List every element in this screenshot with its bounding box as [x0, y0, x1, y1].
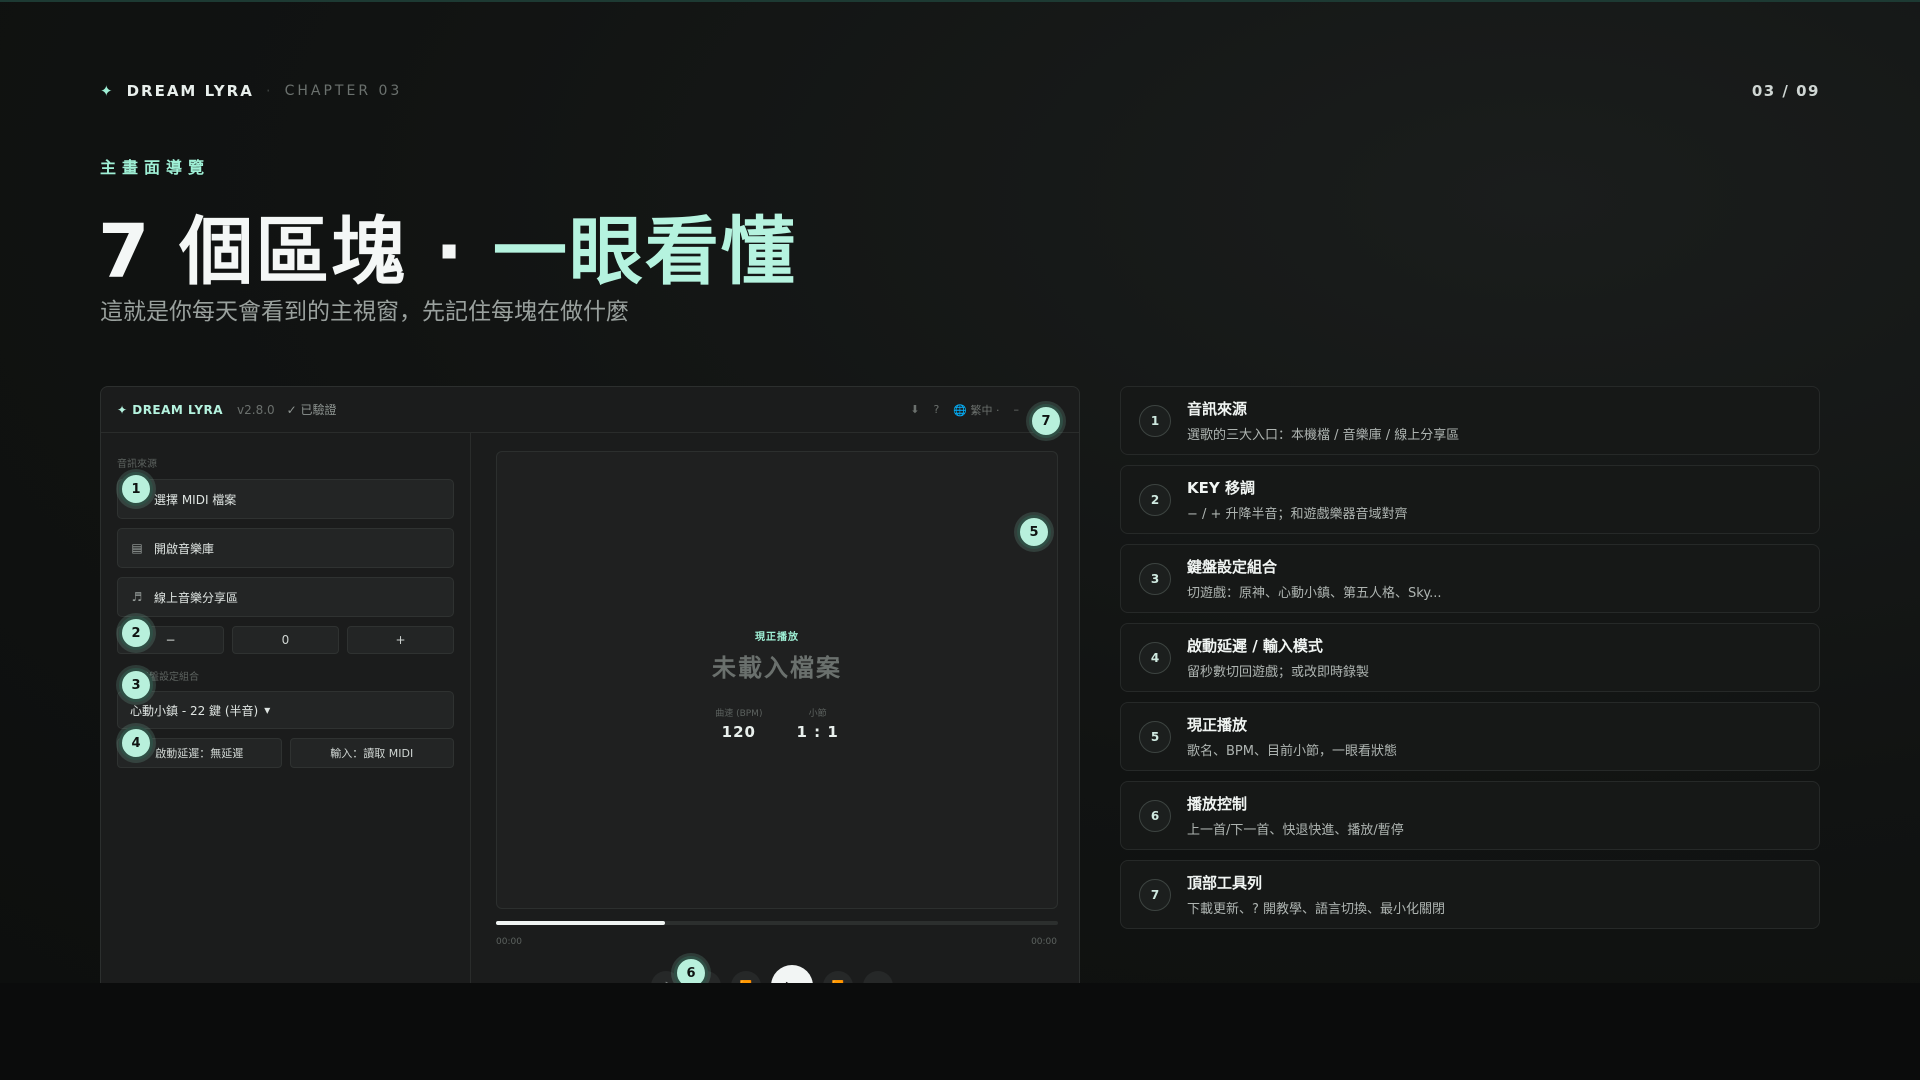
- minimize-icon[interactable]: –: [1014, 403, 1020, 416]
- progress-bar[interactable]: [496, 921, 1058, 925]
- app-toolbar: ✦ DREAM LYRA v2.8.0 ✓ 已驗證 ⬇ ? 🌐 繁中 · –: [101, 387, 1079, 433]
- legend-title: 啟動延遲 / 輸入模式: [1187, 637, 1323, 655]
- star-icon: ✦: [100, 82, 115, 100]
- legend-item-audio-source: 1 音訊來源選歌的三大入口：本機檔 / 音樂庫 / 線上分享區: [1120, 386, 1820, 455]
- legend-title: 鍵盤設定組合: [1187, 558, 1278, 576]
- brand-header: ✦ DREAM LYRA · CHAPTER 03: [100, 82, 402, 100]
- options-row: 啟動延遲：無延遲 輸入：讀取 MIDI: [117, 738, 454, 768]
- legend-item-key-transpose: 2 KEY 移調 − / + 升降半音；和遊戲樂器音域對齊: [1120, 465, 1820, 534]
- now-playing-title: 未載入檔案: [712, 654, 842, 682]
- badge-1: 1: [119, 472, 153, 506]
- brand-name: DREAM LYRA: [126, 82, 254, 100]
- legend-item-keyboard-set: 3 鍵盤設定組合切遊戲：原神、心動小鎮、第五人格、Sky...: [1120, 544, 1820, 613]
- app-brand: ✦ DREAM LYRA: [117, 402, 224, 417]
- key-plus-button[interactable]: +: [347, 626, 454, 654]
- separator: ·: [265, 82, 273, 100]
- legend-desc: 選歌的三大入口：本機檔 / 音樂庫 / 線上分享區: [1187, 428, 1460, 443]
- key-transpose: − 0 +: [117, 626, 454, 654]
- legend-title: 音訊來源: [1187, 400, 1248, 418]
- bar-label: 小節: [808, 709, 827, 719]
- app-version: v2.8.0: [237, 402, 275, 417]
- keyboard-label: 鍵盤設定組合: [139, 672, 199, 683]
- key-value: 0: [232, 626, 339, 654]
- legend-title: 頂部工具列: [1187, 874, 1263, 892]
- bottom-band: [0, 983, 1920, 1080]
- badge-7: 7: [1029, 404, 1063, 438]
- bpm-label: 曲速 (BPM): [715, 709, 763, 719]
- choose-midi-button[interactable]: 選擇 MIDI 檔案: [117, 479, 454, 519]
- chevron-down-icon: ▾: [264, 703, 271, 717]
- badge-6: 6: [674, 956, 708, 983]
- legend-desc: 歌名、BPM、目前小節，一眼看狀態: [1187, 744, 1397, 759]
- online-share-label: 線上音樂分享區: [154, 590, 239, 605]
- choose-midi-label: 選擇 MIDI 檔案: [154, 492, 237, 507]
- bar-stat: 小節 1 : 1: [796, 706, 838, 741]
- keyboard-select[interactable]: 心動小鎮 - 22 鍵 (半音) ▾: [117, 691, 454, 729]
- open-library-button[interactable]: ▤ 開啟音樂庫: [117, 528, 454, 568]
- legend-desc: 上一首/下一首、快退快進、播放/暫停: [1187, 823, 1404, 838]
- title-accent: 一眼看懂: [492, 209, 797, 295]
- legend-title: KEY 移調: [1187, 479, 1255, 497]
- next-track-icon[interactable]: ⏭: [863, 971, 893, 983]
- title-main: 7 個區塊 ·: [98, 209, 493, 295]
- bar-value: 1 : 1: [796, 723, 839, 741]
- legend-title: 現正播放: [1187, 716, 1248, 734]
- legend-desc: − / + 升降半音；和遊戲樂器音域對齊: [1187, 507, 1408, 522]
- rewind-icon[interactable]: ⏪: [731, 971, 761, 983]
- legend-number: 4: [1139, 641, 1171, 674]
- legend-title: 播放控制: [1187, 795, 1248, 813]
- slide: ✦ DREAM LYRA · CHAPTER 03 03 / 09 主畫面導覽 …: [0, 0, 1920, 983]
- chapter-label: CHAPTER 03: [284, 83, 403, 99]
- input-mode-button[interactable]: 輸入：讀取 MIDI: [289, 738, 454, 768]
- verified-badge: ✓ 已驗證: [286, 403, 337, 417]
- main-panel: 現正播放 未載入檔案 曲速 (BPM) 120 小節 1 : 1 00:00 0: [471, 433, 1079, 983]
- left-panel: 音訊來源 選擇 MIDI 檔案 ▤ 開啟音樂庫 ♬ 線上音樂分享區 − 0 + …: [101, 433, 471, 983]
- page-subtitle: 這就是你每天會看到的主視窗，先記住每塊在做什麼: [100, 299, 629, 325]
- music-icon: ♬: [131, 590, 143, 604]
- legend-number: 7: [1139, 878, 1171, 911]
- legend-desc: 下載更新、? 開教學、語言切換、最小化關閉: [1187, 902, 1446, 917]
- page-number: 03 / 09: [1751, 82, 1820, 100]
- library-icon: ▤: [131, 541, 143, 555]
- legend-item-toolbar: 7 頂部工具列下載更新、? 開教學、語言切換、最小化關閉: [1120, 860, 1820, 929]
- badge-5: 5: [1017, 515, 1051, 549]
- language-switch[interactable]: 🌐 繁中 ·: [953, 402, 999, 418]
- badge-4: 4: [119, 726, 153, 760]
- download-icon[interactable]: ⬇: [910, 403, 919, 416]
- now-playing-panel: 現正播放 未載入檔案 曲速 (BPM) 120 小節 1 : 1: [496, 451, 1058, 909]
- legend-number: 2: [1139, 483, 1171, 516]
- open-library-label: 開啟音樂庫: [154, 541, 215, 556]
- legend-desc: 切遊戲：原神、心動小鎮、第五人格、Sky...: [1187, 586, 1442, 601]
- app-mockup: ✦ DREAM LYRA v2.8.0 ✓ 已驗證 ⬇ ? 🌐 繁中 · – 音…: [100, 386, 1080, 983]
- bpm-value: 120: [721, 723, 756, 741]
- toolbar-tools: ⬇ ? 🌐 繁中 · –: [910, 402, 1019, 418]
- legend-item-playback: 6 播放控制上一首/下一首、快退快進、播放/暫停: [1120, 781, 1820, 850]
- legend-item-now-playing: 5 現正播放歌名、BPM、目前小節，一眼看狀態: [1120, 702, 1820, 771]
- now-playing-label: 現正播放: [755, 632, 799, 643]
- badge-2: 2: [119, 616, 153, 650]
- legend-number: 1: [1139, 404, 1171, 437]
- page-title: 7 個區塊 · 一眼看懂: [98, 192, 797, 299]
- fast-forward-icon[interactable]: ⏩: [823, 971, 853, 983]
- keyboard-select-value: 心動小鎮 - 22 鍵 (半音): [130, 703, 259, 718]
- time-end: 00:00: [1031, 937, 1057, 947]
- sources-label: 音訊來源: [117, 459, 157, 470]
- now-playing-stats: 曲速 (BPM) 120 小節 1 : 1: [497, 706, 1057, 741]
- legend-desc: 留秒數切回遊戲；或改即時錄製: [1187, 665, 1370, 680]
- legend-list: 1 音訊來源選歌的三大入口：本機檔 / 音樂庫 / 線上分享區 2 KEY 移調…: [1120, 386, 1820, 939]
- play-icon[interactable]: ▶: [771, 965, 813, 983]
- legend-number: 5: [1139, 720, 1171, 753]
- bpm-stat: 曲速 (BPM) 120: [715, 706, 762, 741]
- legend-item-delay-input: 4 啟動延遲 / 輸入模式留秒數切回遊戲；或改即時錄製: [1120, 623, 1820, 692]
- progress-fill: [496, 921, 665, 925]
- help-icon[interactable]: ?: [933, 403, 939, 416]
- legend-number: 6: [1139, 799, 1171, 832]
- legend-number: 3: [1139, 562, 1171, 595]
- badge-3: 3: [119, 668, 153, 702]
- section-eyebrow: 主畫面導覽: [100, 158, 211, 177]
- online-share-button[interactable]: ♬ 線上音樂分享區: [117, 577, 454, 617]
- time-start: 00:00: [496, 937, 522, 947]
